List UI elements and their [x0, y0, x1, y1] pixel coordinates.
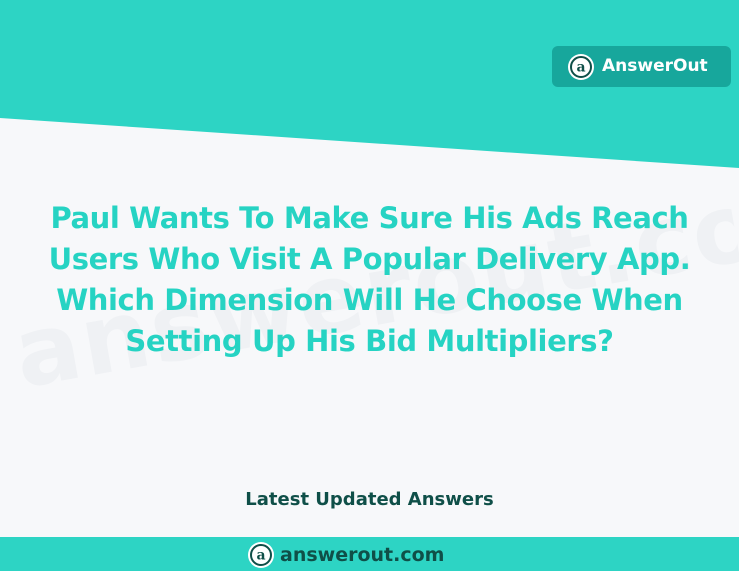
brand-badge[interactable]: a AnswerOut	[552, 46, 731, 87]
question-headline: Paul Wants To Make Sure His Ads Reach Us…	[14, 198, 725, 362]
footer-domain: answerout.com	[280, 543, 445, 566]
latest-updated-answers-label: Latest Updated Answers	[245, 489, 494, 510]
footer-brand-link[interactable]: a answerout.com	[248, 540, 444, 570]
headline-line-2: Users Who Visit A Popular Delivery App.	[48, 242, 691, 276]
answerout-logo-icon: a	[248, 542, 274, 568]
headline-line-4: Setting Up His Bid Multipliers?	[125, 324, 614, 358]
answerout-logo-icon: a	[568, 53, 594, 80]
headline-line-3: Which Dimension Will He Choose When	[56, 283, 683, 317]
headline-line-1: Paul Wants To Make Sure His Ads Reach	[50, 201, 689, 235]
brand-name: AnswerOut	[602, 56, 708, 76]
svg-text:a: a	[576, 59, 585, 75]
svg-text:a: a	[256, 548, 265, 564]
